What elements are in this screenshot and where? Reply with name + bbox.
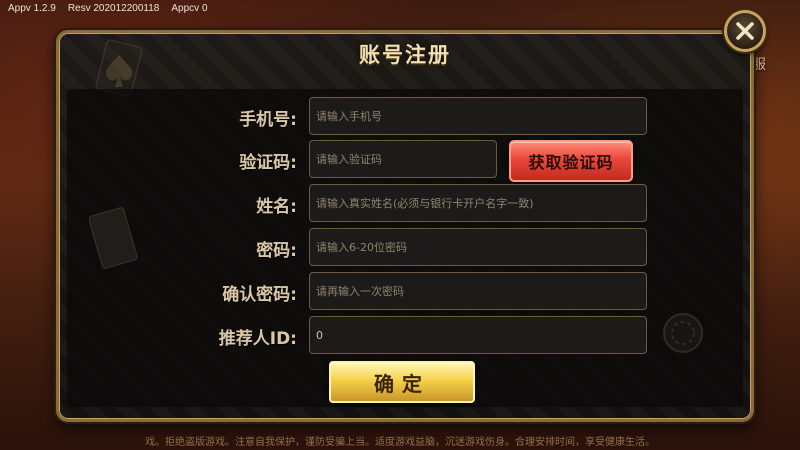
password-row: 密码: (67, 228, 743, 266)
app-version: Appv 1.2.9 (8, 3, 56, 14)
name-row: 姓名: (67, 184, 743, 222)
get-verify-code-button[interactable]: 获取验证码 (509, 140, 633, 182)
referrer-row: 推荐人ID: (67, 316, 743, 354)
name-label: 姓名: (256, 197, 297, 217)
close-button[interactable] (724, 10, 766, 52)
bottom-notice: 戏。拒绝盗版游戏。注意自我保护，谨防受骗上当。适度游戏益脑，沉迷游戏伤身。合理安… (145, 437, 655, 448)
confirm-password-label: 确认密码: (222, 285, 297, 305)
res-version: Resv 202012200118 (67, 3, 160, 14)
verify-code-input[interactable] (309, 140, 497, 178)
confirm-button[interactable]: 确定 (329, 361, 475, 403)
verify-code-row: 验证码: 获取验证码 (67, 140, 743, 182)
confirm-password-row: 确认密码: (67, 272, 743, 310)
form-panel: 手机号: 验证码: 获取验证码 姓名: 密码: 确认密码: 推荐人ID: (67, 89, 743, 407)
dialog-title: 账号注册 (359, 43, 451, 67)
verify-code-label: 验证码: (239, 153, 297, 173)
version-bar: Appv 1.2.9 Resv 202012200118 Appcv 0 (0, 0, 208, 18)
password-label: 密码: (256, 241, 297, 261)
name-input[interactable] (309, 184, 647, 222)
referrer-label: 推荐人ID: (218, 329, 297, 349)
confirm-password-input[interactable] (309, 272, 647, 310)
register-dialog: 账号注册 手机号: 验证码: 获取验证码 姓名: 密码: (56, 30, 754, 422)
referrer-id-input[interactable] (309, 316, 647, 354)
phone-input[interactable] (309, 97, 647, 135)
phone-row: 手机号: (67, 97, 743, 135)
appc-version: Appcv 0 (171, 3, 208, 14)
password-input[interactable] (309, 228, 647, 266)
phone-label: 手机号: (239, 110, 297, 130)
close-icon (736, 22, 754, 40)
